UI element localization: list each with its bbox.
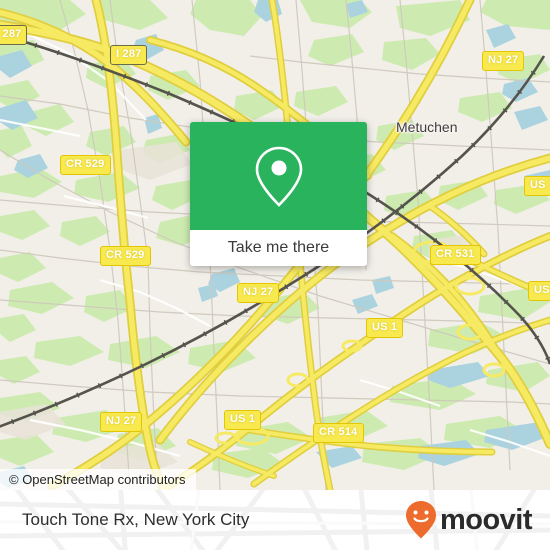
road-shield-us1-center: US 1 [366,318,404,338]
road-shield-nj27-north: NJ 27 [482,51,525,71]
road-shield-cr514: CR 514 [313,423,364,443]
attribution-text: © OpenStreetMap contributors [9,472,186,487]
road-shield-i287-edge: I 287 [0,25,28,45]
road-shield-us1-east: US 1 [524,176,550,196]
location-popup-card[interactable]: Take me there [190,122,367,266]
road-shield-cr529-lower: CR 529 [100,246,151,266]
map-canvas[interactable]: Metuchen I 287 I 287 NJ 27 CR 529 US 1 C… [0,0,550,490]
road-shield-i287: I 287 [110,45,148,65]
road-shield-nj27-center: NJ 27 [237,283,280,303]
popup-action-bar[interactable]: Take me there [190,230,367,266]
take-me-there-label: Take me there [227,239,330,256]
road-shield-cr531: CR 531 [430,245,481,265]
road-shield-us1-edge: US 1 [528,281,550,301]
place-label-metuchen: Metuchen [396,119,458,135]
road-shield-nj27-south: NJ 27 [100,412,143,432]
moovit-pin-smiley-icon [405,501,436,539]
moovit-brand[interactable]: moovit [404,500,533,540]
footer-bar: Touch Tone Rx, New York City moovit [0,490,550,550]
map-page: Metuchen I 287 I 287 NJ 27 CR 529 US 1 C… [0,0,550,550]
road-shield-us1-south: US 1 [224,410,262,430]
location-title: Touch Tone Rx, New York City [22,510,250,529]
road-shield-cr529-upper: CR 529 [60,155,111,175]
map-attribution[interactable]: © OpenStreetMap contributors [0,469,196,490]
moovit-wordmark: moovit [439,503,533,536]
map-pin-icon [255,146,302,207]
popup-marker-panel [190,122,367,230]
